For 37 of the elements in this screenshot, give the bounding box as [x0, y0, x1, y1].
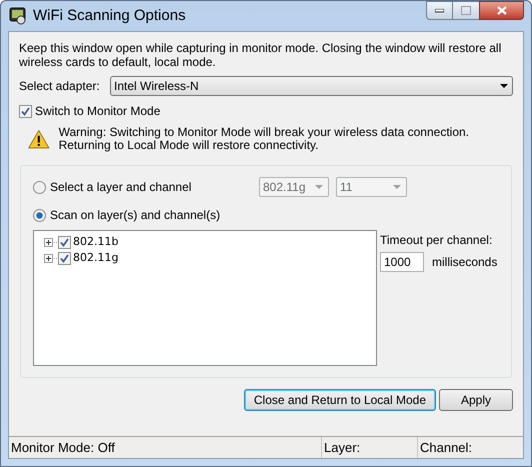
- radio-label: Select a layer and channel: [50, 179, 192, 196]
- minimize-button[interactable]: [426, 1, 453, 20]
- radio-button[interactable]: [33, 208, 46, 222]
- dropdown-arrow-icon: [315, 185, 323, 189]
- status-field: Layer:: [322, 437, 418, 458]
- maximize-icon: [461, 6, 471, 15]
- status-field: Monitor Mode: Off: [9, 437, 322, 458]
- radio-button[interactable]: [33, 180, 46, 194]
- close-button[interactable]: [479, 1, 524, 20]
- tree-item[interactable]: 802.11g: [73, 250, 118, 266]
- status-field: Channel:: [418, 437, 523, 458]
- timeout-label: Timeout per channel:: [380, 232, 494, 249]
- intro-text: Keep this window open while capturing in monitor mode. Closing the window will restore all wireless cards to default, local mode.: [19, 41, 502, 69]
- dropdown-arrow-icon: [500, 84, 508, 88]
- dialog-button[interactable]: Close and Return to Local Mode: [244, 389, 436, 411]
- checkbox[interactable]: [19, 104, 32, 118]
- window-title: WiFi Scanning Options: [33, 6, 186, 26]
- close-icon: [496, 6, 506, 15]
- adapter-value: Intel Wireless-N: [114, 78, 200, 95]
- timeout-unit: milliseconds: [432, 254, 498, 271]
- checkbox[interactable]: [58, 236, 71, 248]
- checkbox[interactable]: [58, 252, 71, 264]
- checkbox-label: Switch to Monitor Mode: [35, 103, 160, 120]
- dropdown-arrow-icon: [393, 185, 401, 189]
- layer-tree[interactable]: 802.11b 802.11g: [33, 230, 377, 366]
- minimize-icon: [435, 8, 444, 12]
- adapter-dropdown[interactable]: Intel Wireless-N: [110, 76, 513, 96]
- maximize-button[interactable]: [453, 1, 479, 20]
- app-icon: [9, 7, 27, 25]
- adapter-label: Select adapter:: [19, 78, 101, 95]
- tree-item[interactable]: 802.11b: [73, 234, 118, 250]
- timeout-field[interactable]: 1000: [380, 252, 424, 272]
- expand-icon[interactable]: [44, 238, 53, 246]
- expand-icon[interactable]: [44, 254, 53, 262]
- dialog-button[interactable]: Apply: [439, 389, 513, 411]
- warning-text: Warning: Switching to Monitor Mode will break your wireless data connection. Returning to Local Mode will restore connectivity.: [58, 125, 470, 152]
- radio-label: Scan on layer(s) and channel(s): [50, 207, 220, 224]
